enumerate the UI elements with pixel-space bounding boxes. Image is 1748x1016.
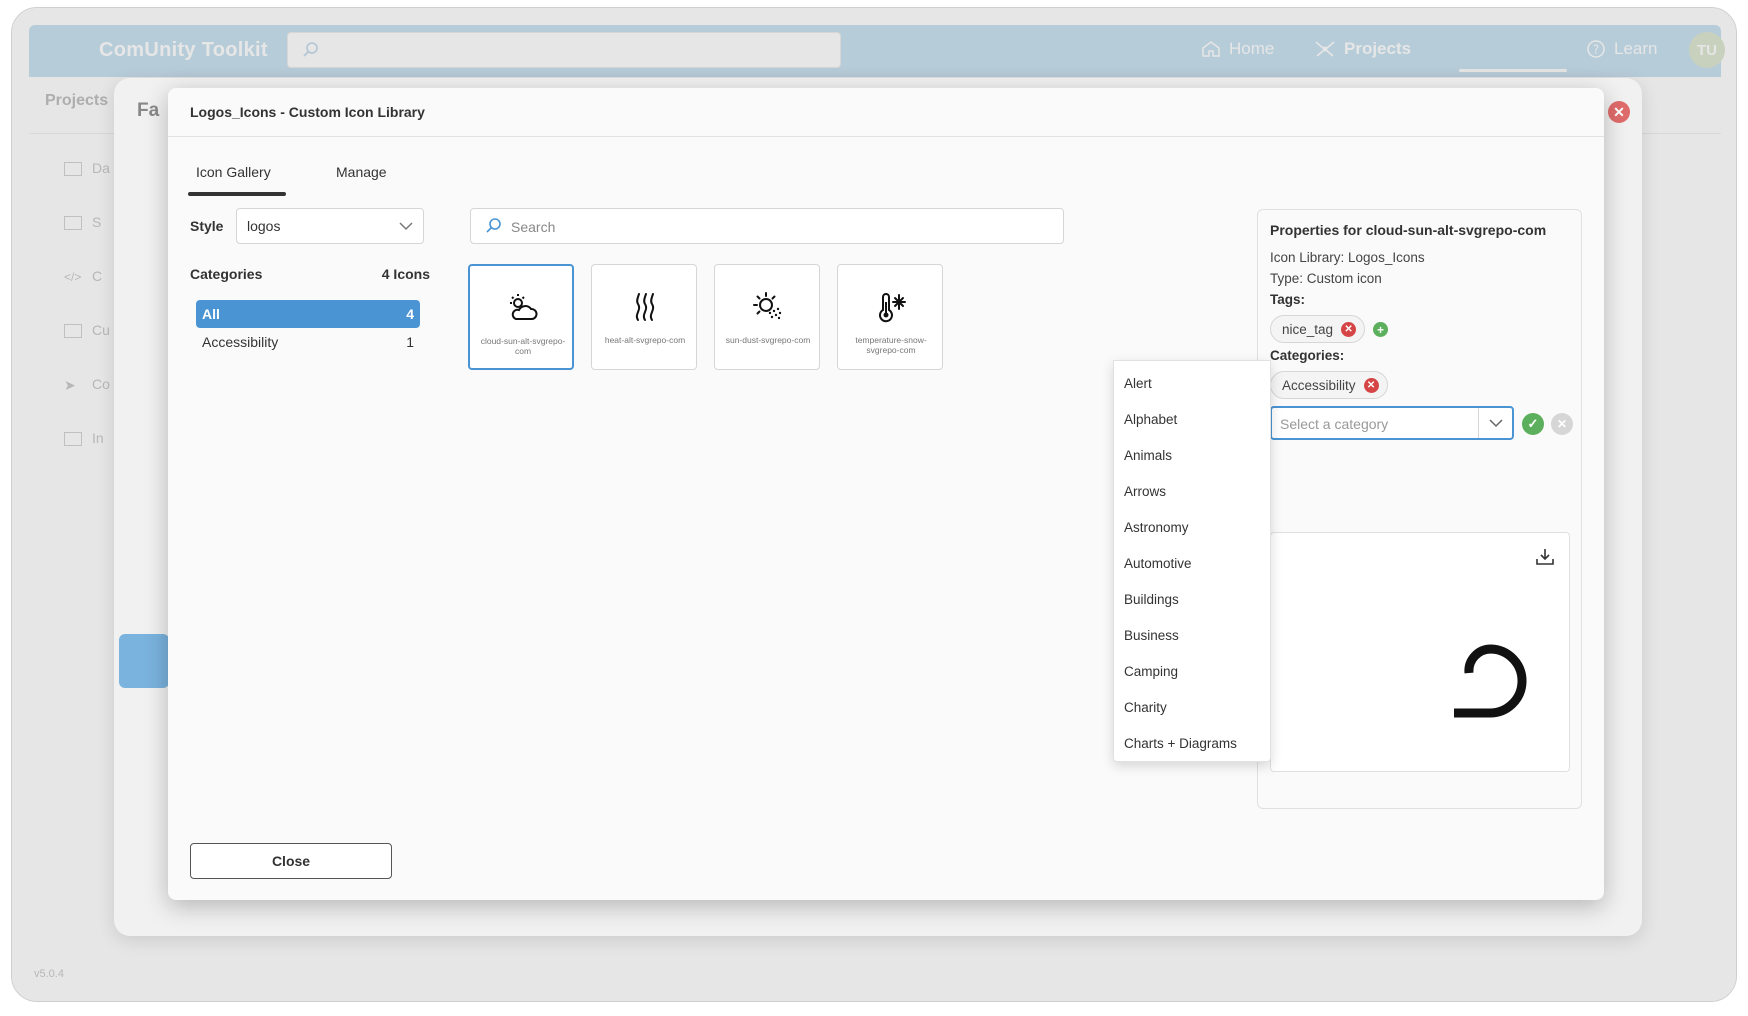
icon-card[interactable]: cloud-sun-alt-svgrepo-com	[468, 264, 574, 370]
style-label: Style	[190, 218, 224, 234]
dropdown-option[interactable]: Astronomy	[1124, 520, 1189, 535]
search-icon	[486, 218, 501, 233]
heat-icon	[635, 293, 655, 321]
categories-label: Categories	[190, 266, 263, 282]
tab-icon-gallery[interactable]: Icon Gallery	[196, 164, 271, 180]
icon-library-dialog: Logos_Icons - Custom Icon Library Icon G…	[168, 88, 1604, 900]
style-select-value: logos	[247, 218, 281, 234]
background-dialog-title: Fa	[137, 100, 160, 121]
category-chip-label: Accessibility	[1282, 377, 1356, 393]
style-select[interactable]: logos	[236, 208, 424, 244]
active-tab-indicator	[188, 192, 286, 196]
category-count: 4	[406, 306, 414, 322]
icon-preview	[1270, 532, 1570, 772]
dropdown-option[interactable]: Charts + Diagrams	[1124, 736, 1237, 751]
dropdown-option[interactable]: Charity	[1124, 700, 1167, 715]
category-dropdown-toggle[interactable]	[1478, 408, 1512, 438]
dropdown-option[interactable]: Camping	[1124, 664, 1178, 679]
cloud-sun-icon	[510, 294, 538, 320]
dropdown-option[interactable]: Arrows	[1124, 484, 1166, 499]
icon-type-value: Type: Custom icon	[1270, 271, 1382, 286]
dialog-header: Logos_Icons - Custom Icon Library	[168, 88, 1604, 137]
dropdown-option[interactable]: Alphabet	[1124, 412, 1177, 427]
category-item-all[interactable]: All 4	[196, 300, 420, 328]
remove-category-icon[interactable]: ✕	[1363, 377, 1379, 393]
category-chip: Accessibility ✕	[1270, 371, 1388, 399]
sun-dust-icon	[753, 292, 782, 320]
icon-library-value: Icon Library: Logos_Icons	[1270, 250, 1425, 265]
add-tag-icon[interactable]: +	[1373, 322, 1388, 337]
cancel-category-icon[interactable]: ✕	[1551, 413, 1573, 435]
chevron-down-icon	[1489, 419, 1503, 428]
app-window: ComUnity Toolkit Home Projects ? Learn T…	[11, 7, 1737, 1002]
category-name: Accessibility	[202, 334, 279, 350]
remove-tag-icon[interactable]: ✕	[1341, 321, 1357, 337]
tag-chip: nice_tag ✕	[1270, 315, 1366, 343]
icons-count: 4 Icons	[381, 266, 430, 282]
background-dialog-button[interactable]	[119, 634, 169, 688]
icon-search-field[interactable]	[470, 208, 1064, 244]
chevron-down-icon	[399, 222, 413, 231]
icon-card-name: temperature-snow-svgrepo-com	[855, 335, 927, 355]
dropdown-option[interactable]: Animals	[1124, 448, 1172, 463]
background-dialog-close-icon[interactable]: ✕	[1608, 101, 1630, 123]
category-select-input[interactable]	[1280, 415, 1470, 433]
properties-title: Properties for cloud-sun-alt-svgrepo-com	[1270, 222, 1547, 238]
icon-card-name: cloud-sun-alt-svgrepo-com	[480, 336, 566, 356]
dropdown-option[interactable]: Business	[1124, 628, 1179, 643]
icon-card-name: sun-dust-svgrepo-com	[725, 335, 811, 345]
dropdown-option[interactable]: Buildings	[1124, 592, 1179, 607]
category-dropdown-list: Alert Alphabet Animals Arrows Astronomy …	[1113, 360, 1271, 762]
download-icon[interactable]	[1535, 547, 1555, 567]
icon-card[interactable]: temperature-snow-svgrepo-com	[837, 264, 943, 370]
tab-manage[interactable]: Manage	[336, 164, 387, 180]
icon-search-input[interactable]	[511, 217, 1051, 237]
icon-card[interactable]: heat-alt-svgrepo-com	[591, 264, 697, 370]
category-combobox[interactable]	[1270, 406, 1514, 440]
tags-label: Tags:	[1270, 292, 1306, 307]
icon-card[interactable]: sun-dust-svgrepo-com	[714, 264, 820, 370]
dropdown-option[interactable]: Automotive	[1124, 556, 1192, 571]
tag-chip-label: nice_tag	[1282, 321, 1334, 337]
dialog-title: Logos_Icons - Custom Icon Library	[190, 104, 425, 120]
close-button[interactable]: Close	[190, 843, 392, 879]
dropdown-option[interactable]: Alert	[1124, 376, 1152, 391]
cloud-sun-preview-icon	[1454, 644, 1527, 718]
category-name: All	[202, 306, 220, 322]
categories-label: Categories:	[1270, 348, 1345, 363]
category-item-accessibility[interactable]: Accessibility 1	[196, 328, 420, 356]
icon-card-name: heat-alt-svgrepo-com	[604, 335, 686, 345]
confirm-category-icon[interactable]: ✓	[1522, 413, 1544, 435]
properties-panel: Properties for cloud-sun-alt-svgrepo-com…	[1257, 209, 1582, 809]
temperature-snow-icon	[879, 293, 906, 323]
category-count: 1	[406, 334, 414, 350]
